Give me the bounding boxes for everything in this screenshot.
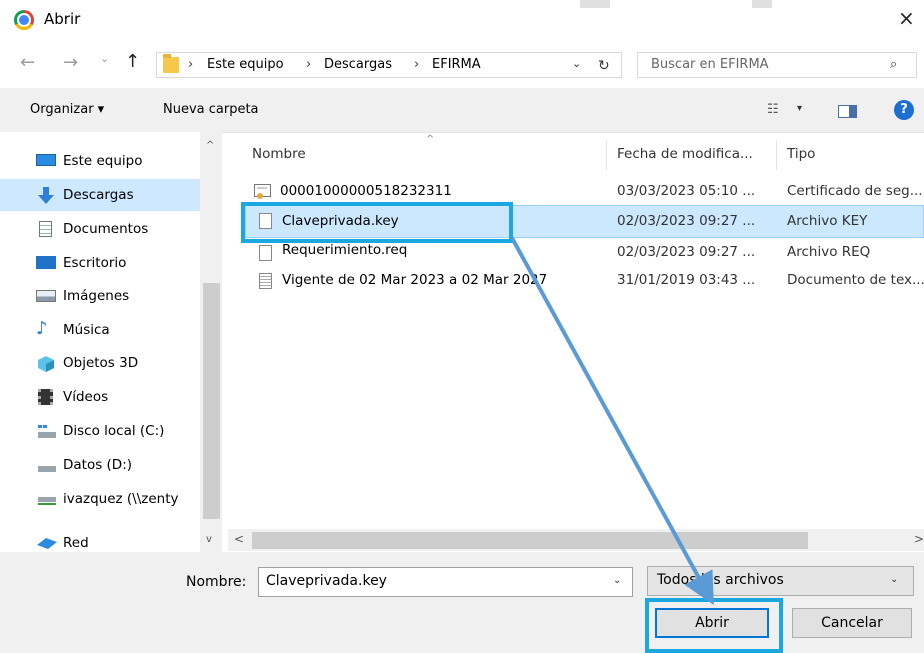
annotation-arrow: [510, 237, 714, 606]
